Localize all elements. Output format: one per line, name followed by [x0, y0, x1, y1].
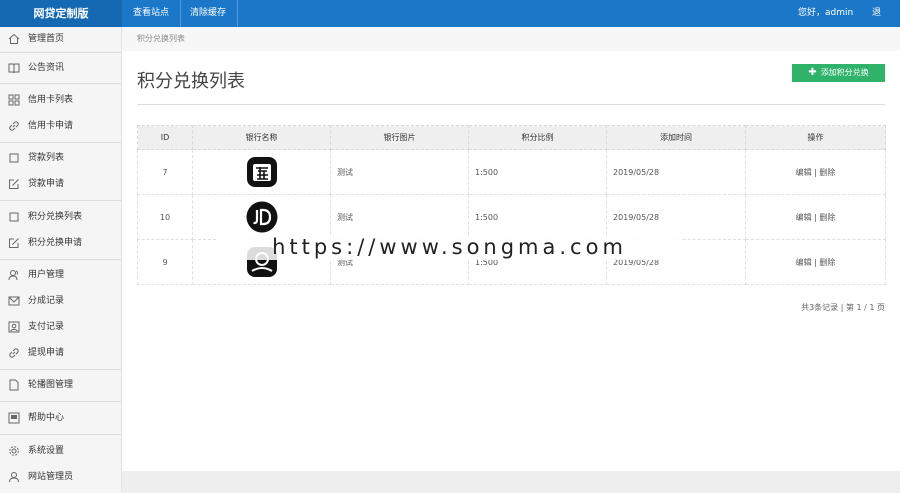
- watermark-overlay: https://www.songma.com: [217, 235, 682, 260]
- file-icon: [8, 379, 20, 391]
- sidebar-item-dashboard[interactable]: 管理首页: [0, 28, 121, 50]
- cell-id: 7: [137, 149, 193, 195]
- sidebar-item-withdraw[interactable]: 提现申请: [0, 342, 121, 364]
- add-button-label: 添加积分兑换: [820, 68, 869, 77]
- sidebar-item-label: 公告资讯: [28, 63, 65, 73]
- sidebar-item-admins[interactable]: 网站管理员: [0, 466, 121, 488]
- users-icon: [8, 269, 20, 281]
- add-points-exchange-button[interactable]: ✚ 添加积分兑换: [792, 64, 885, 82]
- cell-actions: 编辑 | 删除: [745, 194, 886, 240]
- column-header-date: 添加时间: [606, 125, 746, 150]
- delete-link[interactable]: 删除: [819, 258, 835, 267]
- link-icon: [8, 120, 20, 132]
- sidebar-item-loan-list[interactable]: 贷款列表: [0, 147, 121, 169]
- edit-icon: [8, 178, 20, 190]
- sidebar-item-label: 贷款列表: [28, 153, 65, 163]
- sidebar-item-points-list[interactable]: 积分兑换列表: [0, 206, 121, 228]
- sidebar-item-label: 分成记录: [28, 296, 65, 306]
- column-header-ratio: 积分比例: [468, 125, 607, 150]
- edit-link[interactable]: 编辑: [796, 258, 812, 267]
- sidebar-item-news[interactable]: 公告资讯: [0, 57, 121, 79]
- cell-id: 10: [137, 194, 193, 240]
- column-header-id: ID: [137, 125, 193, 150]
- sidebar-item-label: 网站管理员: [28, 472, 74, 482]
- cell-id: 9: [137, 239, 193, 285]
- taobao-logo-icon: [246, 156, 278, 188]
- square-icon: [8, 211, 20, 223]
- table-row: 10 测试 1:500 2019/05/28 编辑 | 删除: [137, 194, 886, 240]
- sidebar-item-carousel[interactable]: 轮播图管理: [0, 374, 121, 396]
- user-greeting: 您好，admin: [798, 8, 854, 18]
- sidebar-item-label: 贷款申请: [28, 179, 65, 189]
- window-icon: [8, 412, 20, 424]
- cell-image: 测试: [330, 149, 469, 195]
- sidebar-item-points-apply[interactable]: 积分兑换申请: [0, 232, 121, 254]
- brand-title: 网贷定制版: [0, 0, 122, 27]
- sidebar-item-payments[interactable]: 支付记录: [0, 316, 121, 338]
- cell-date: 2019/05/28: [606, 149, 746, 195]
- column-header-bank-name: 银行名称: [192, 125, 331, 150]
- page-title: 积分兑换列表: [137, 71, 245, 92]
- square-icon: [8, 152, 20, 164]
- home-icon: [8, 33, 20, 45]
- sidebar: 管理首页 公告资讯 信用卡列表 信用卡申请 贷款列表 贷款申请 积分兑换列表 积…: [0, 27, 122, 493]
- sidebar-item-users[interactable]: 用户管理: [0, 264, 121, 286]
- logout-link[interactable]: 退出: [861, 0, 900, 45]
- cell-image: 测试: [330, 194, 469, 240]
- column-header-bank-image: 银行图片: [330, 125, 469, 150]
- table-row: 7 测试 1:500 2019/05/28 编辑 | 删除: [137, 149, 886, 195]
- points-exchange-table: ID 银行名称 银行图片 积分比例 添加时间 操作 7 测试 1:500 201…: [137, 125, 886, 285]
- sidebar-item-loan-apply[interactable]: 贷款申请: [0, 173, 121, 195]
- breadcrumb: 积分兑换列表: [137, 34, 185, 43]
- cell-actions: 编辑 | 删除: [745, 239, 886, 285]
- cell-ratio: 1:500: [468, 149, 607, 195]
- sidebar-item-label: 支付记录: [28, 322, 65, 332]
- sidebar-item-label: 轮播图管理: [28, 380, 74, 390]
- user-icon: [8, 471, 20, 483]
- link-icon: [8, 347, 20, 359]
- title-divider: [137, 104, 885, 105]
- column-header-actions: 操作: [745, 125, 886, 150]
- sidebar-item-settings[interactable]: 系统设置: [0, 440, 121, 462]
- sidebar-item-commission[interactable]: 分成记录: [0, 290, 121, 312]
- sidebar-item-label: 积分兑换申请: [28, 238, 83, 248]
- delete-link[interactable]: 删除: [819, 168, 835, 177]
- table-header-row: ID 银行名称 银行图片 积分比例 添加时间 操作: [137, 125, 886, 150]
- clear-cache-link[interactable]: 清除缓存: [179, 0, 239, 27]
- sidebar-item-label: 帮助中心: [28, 413, 65, 423]
- footer-strip: [122, 471, 900, 493]
- cell-ratio: 1:500: [468, 194, 607, 240]
- cell-date: 2019/05/28: [606, 194, 746, 240]
- sidebar-item-credit-card-apply[interactable]: 信用卡申请: [0, 115, 121, 137]
- jd-logo-icon: [246, 201, 278, 233]
- view-site-link[interactable]: 查看站点: [122, 0, 182, 27]
- edit-icon: [8, 237, 20, 249]
- sidebar-item-label: 用户管理: [28, 270, 65, 280]
- grid-icon: [8, 94, 20, 106]
- book-icon: [8, 62, 20, 74]
- sidebar-item-label: 管理首页: [28, 34, 65, 44]
- sidebar-item-label: 信用卡申请: [28, 121, 74, 131]
- gear-icon: [8, 445, 20, 457]
- edit-link[interactable]: 编辑: [796, 213, 812, 222]
- cell-actions: 编辑 | 删除: [745, 149, 886, 195]
- delete-link[interactable]: 删除: [819, 213, 835, 222]
- sidebar-item-credit-card-list[interactable]: 信用卡列表: [0, 89, 121, 111]
- sidebar-item-label: 信用卡列表: [28, 95, 74, 105]
- edit-link[interactable]: 编辑: [796, 168, 812, 177]
- breadcrumb-bar: 积分兑换列表: [122, 27, 900, 51]
- sidebar-item-label: 系统设置: [28, 446, 65, 456]
- cell-bank-logo: [192, 149, 331, 195]
- picture-icon: [8, 321, 20, 333]
- top-bar: 网贷定制版 查看站点 清除缓存 您好，admin 退出: [0, 0, 900, 45]
- pagination: 共3条记录 | 第 1 / 1 页: [801, 303, 885, 312]
- sidebar-item-label: 积分兑换列表: [28, 212, 83, 222]
- cell-bank-logo: [192, 194, 331, 240]
- sidebar-item-label: 提现申请: [28, 348, 65, 358]
- mail-icon: [8, 295, 20, 307]
- sidebar-item-help[interactable]: 帮助中心: [0, 407, 121, 429]
- plus-icon: ✚: [808, 67, 817, 78]
